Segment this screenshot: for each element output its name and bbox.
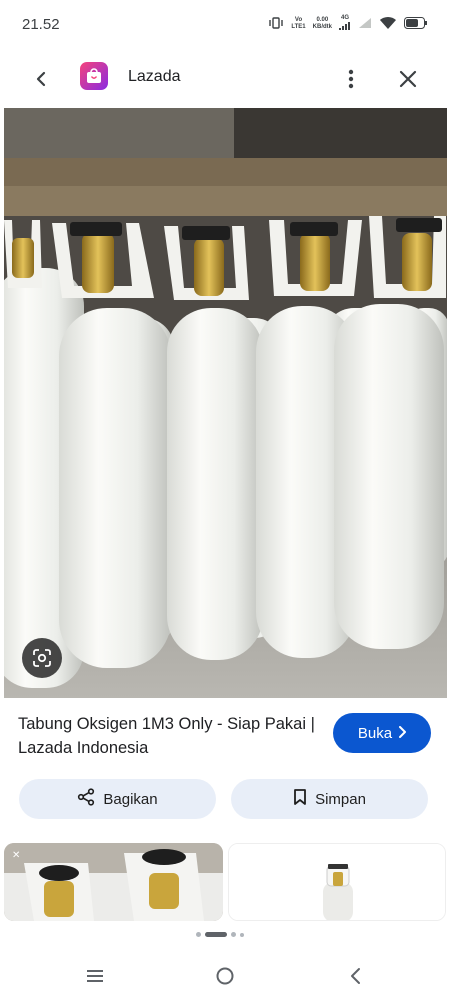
signal-icon [358,17,372,31]
speed-readout: 0.00 KB/dtk [313,17,332,31]
save-label: Simpan [315,790,366,808]
speed-unit: KB/dtk [312,24,332,30]
network-label-bottom: LTE1 [291,24,306,30]
related-thumbnail[interactable] [228,843,446,921]
signal-type: 4G [340,15,349,21]
chevron-right-icon [398,725,407,742]
single-cylinder-photo [229,844,445,920]
signal-4g: 4G [339,15,351,33]
visit-label: Buka [357,724,393,742]
share-icon [77,788,95,810]
page-dot [196,932,201,937]
related-thumbnail[interactable]: ✕ [4,843,223,921]
result-title[interactable]: Tabung Oksigen 1M3 Only - Siap Pakai | L… [18,712,318,760]
save-button[interactable]: Simpan [231,779,428,819]
page-dot [231,932,236,937]
top-bar: Lazada [0,50,450,106]
status-bar: 21.52 Vo LTE1 0.00 KB/dtk 4G [0,0,450,48]
network-label: Vo LTE1 [291,17,305,31]
share-label: Bagikan [103,790,158,808]
recent-apps-icon[interactable] [84,965,106,987]
oxygen-cylinders-photo [4,108,447,698]
related-images: ✕ [0,843,450,921]
visit-button[interactable]: Buka [333,713,431,753]
lens-search-icon[interactable] [22,638,62,678]
close-icon[interactable]: ✕ [12,850,20,861]
system-nav-bar [0,955,450,1000]
network-label-top: Vo [294,17,303,23]
product-image[interactable] [4,108,447,698]
page-dot-active [205,932,227,937]
cylinder-valves-photo [4,843,223,921]
bookmark-icon [293,788,307,810]
wifi-icon [379,16,397,32]
vibrate-icon [268,17,284,31]
back-icon[interactable] [344,965,366,987]
close-icon[interactable] [394,64,422,94]
signal-icon [339,22,350,30]
battery-icon [404,17,428,31]
more-vert-icon[interactable] [338,64,364,94]
share-button[interactable]: Bagikan [19,779,216,819]
status-time: 21.52 [22,15,60,33]
status-icons: Vo LTE1 0.00 KB/dtk 4G [268,15,428,33]
page-indicator [196,932,244,937]
page-dot [240,932,244,937]
back-arrow-icon[interactable] [26,64,56,94]
home-icon[interactable] [214,965,236,987]
speed-value: 0.00 [316,17,329,23]
lazada-logo-icon [80,62,108,90]
site-name[interactable]: Lazada [128,68,181,86]
